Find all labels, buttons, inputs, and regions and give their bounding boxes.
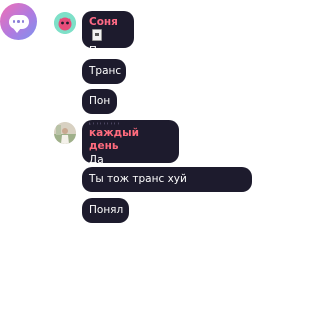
message-bubble[interactable]: Ты тож транс хуй покажешь?	[82, 167, 252, 210]
author-name[interactable]: Соня	[89, 16, 118, 28]
message-text: Транс	[89, 65, 122, 77]
message-text: Пон	[89, 45, 111, 57]
author-decoration: ꜜ ᵎ ᵎ ᵎ ᵎ ᵎ ᵎ ᵎ ᵎ	[89, 122, 120, 128]
avatar-kazhdyi-den[interactable]	[54, 122, 76, 144]
avatar-sonya[interactable]	[54, 12, 76, 34]
message-text: Пон	[89, 95, 111, 107]
chat-options-button[interactable]	[0, 3, 37, 40]
chat-bubble-dots-icon	[8, 14, 29, 33]
message-text: Да	[89, 154, 104, 166]
message-bubble[interactable]: Понял	[82, 198, 129, 223]
author-name[interactable]: каждый день	[89, 127, 172, 153]
message-bubble[interactable]: Пон	[82, 89, 117, 114]
message-bubble[interactable]: Транс	[82, 59, 126, 84]
message-bubble[interactable]: ꜜ ᵎ ᵎ ᵎ ᵎ ᵎ ᵎ ᵎ ᵎ каждый день Да	[82, 120, 179, 166]
chat-screen: Соня Пон Транс Пон ꜜ ᵎ ᵎ ᵎ ᵎ ᵎ ᵎ ᵎ ᵎ каж…	[0, 0, 258, 320]
message-text: Понял	[89, 204, 124, 216]
author-line: Соня	[89, 15, 127, 44]
id-card-icon	[92, 29, 102, 41]
message-bubble[interactable]: Соня Пон	[82, 11, 134, 57]
